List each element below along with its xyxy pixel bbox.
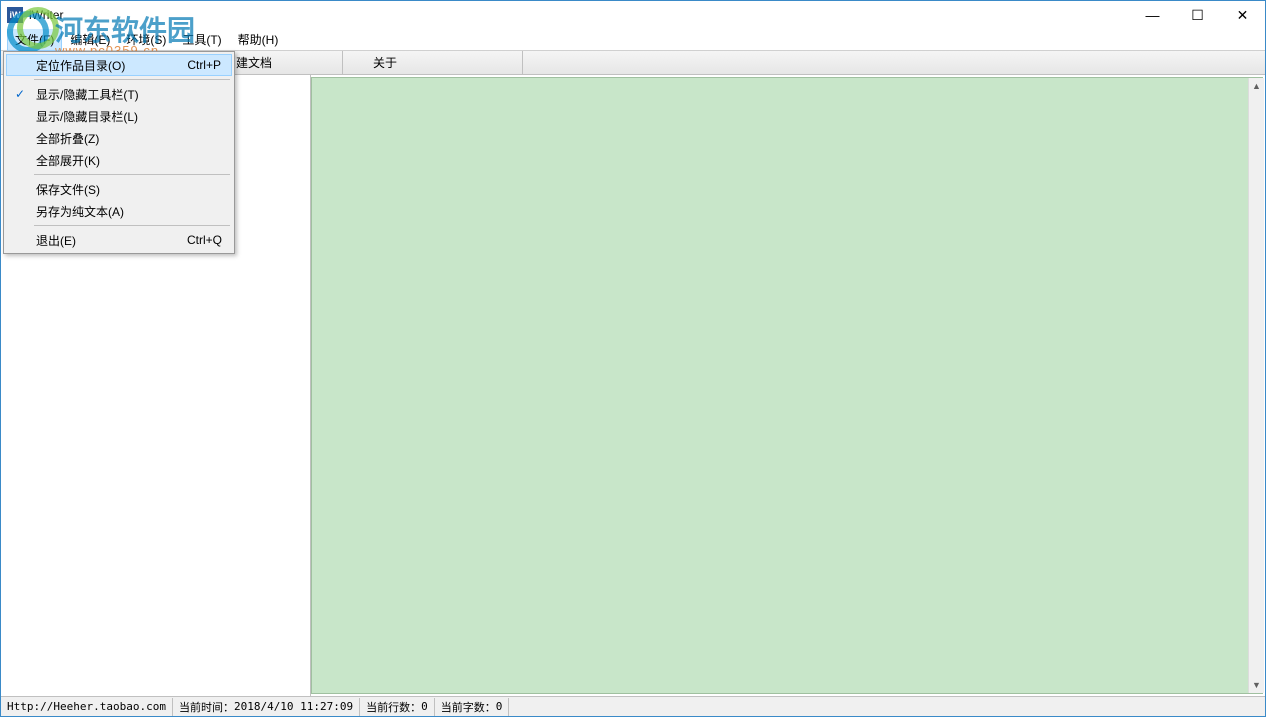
status-chars-value: 0 [496, 700, 503, 713]
menu-help[interactable]: 帮助(H) [230, 28, 287, 51]
menu-item-label: 全部折叠(Z) [36, 130, 99, 147]
menubar: 文件(F) 编辑(E) 环境(S) 工具(T) 帮助(H) [1, 29, 1265, 51]
status-lines-label: 当前行数： [366, 699, 421, 715]
menu-environment[interactable]: 环境(S) [118, 28, 174, 51]
menu-item-label: 保存文件(S) [36, 181, 100, 198]
menu-item-label: 定位作品目录(O) [36, 57, 125, 74]
minimize-button[interactable]: — [1130, 1, 1175, 29]
menu-item-exit[interactable]: 退出(E) Ctrl+Q [6, 229, 232, 251]
menu-item-save-file[interactable]: 保存文件(S) [6, 178, 232, 200]
menu-item-label: 另存为纯文本(A) [36, 203, 124, 220]
menu-item-shortcut: Ctrl+Q [187, 233, 222, 247]
menu-separator [34, 174, 230, 175]
menu-item-toggle-treeview[interactable]: 显示/隐藏目录栏(L) [6, 105, 232, 127]
titlebar: iW iWriter — ☐ ✕ [1, 1, 1265, 29]
tab-label: 建文档 [236, 54, 272, 71]
status-chars-label: 当前字数： [441, 699, 496, 715]
menu-item-collapse-all[interactable]: 全部折叠(Z) [6, 127, 232, 149]
menu-item-label: 全部展开(K) [36, 152, 100, 169]
menu-item-toggle-toolbar[interactable]: ✓ 显示/隐藏工具栏(T) [6, 83, 232, 105]
window-title: iWriter [29, 8, 63, 22]
status-lines: 当前行数：0 [360, 698, 435, 716]
close-button[interactable]: ✕ [1220, 1, 1265, 29]
status-lines-value: 0 [421, 700, 428, 713]
statusbar: Http://Heeher.taobao.com 当前时间：2018/4/10 … [1, 696, 1265, 716]
status-url: Http://Heeher.taobao.com [1, 698, 173, 716]
scroll-up-icon[interactable]: ▲ [1249, 78, 1264, 94]
menu-item-locate-works-dir[interactable]: 定位作品目录(O) Ctrl+P [6, 54, 232, 76]
scroll-down-icon[interactable]: ▼ [1249, 677, 1264, 693]
status-time-label: 当前时间： [179, 699, 234, 715]
menu-separator [34, 225, 230, 226]
menu-item-save-as-text[interactable]: 另存为纯文本(A) [6, 200, 232, 222]
status-time: 当前时间：2018/4/10 11:27:09 [173, 698, 360, 716]
tab-about[interactable]: 关于 [343, 51, 523, 74]
menu-item-expand-all[interactable]: 全部展开(K) [6, 149, 232, 171]
editor-area[interactable]: ▲ ▼ [311, 77, 1263, 694]
vertical-scrollbar[interactable]: ▲ ▼ [1248, 78, 1264, 693]
menu-item-shortcut: Ctrl+P [187, 58, 221, 72]
status-chars: 当前字数：0 [435, 698, 510, 716]
status-time-value: 2018/4/10 11:27:09 [234, 700, 353, 713]
file-menu-dropdown: 定位作品目录(O) Ctrl+P ✓ 显示/隐藏工具栏(T) 显示/隐藏目录栏(… [3, 51, 235, 254]
check-icon: ✓ [12, 87, 28, 101]
tab-label: 关于 [373, 54, 397, 71]
menu-item-label: 显示/隐藏工具栏(T) [36, 86, 139, 103]
menu-separator [34, 79, 230, 80]
menu-edit[interactable]: 编辑(E) [62, 28, 118, 51]
menu-file[interactable]: 文件(F) [7, 28, 62, 51]
window-controls: — ☐ ✕ [1130, 1, 1265, 29]
menu-item-label: 显示/隐藏目录栏(L) [36, 108, 138, 125]
app-icon: iW [7, 7, 23, 23]
menu-tools[interactable]: 工具(T) [174, 28, 229, 51]
menu-item-label: 退出(E) [36, 232, 76, 249]
maximize-button[interactable]: ☐ [1175, 1, 1220, 29]
